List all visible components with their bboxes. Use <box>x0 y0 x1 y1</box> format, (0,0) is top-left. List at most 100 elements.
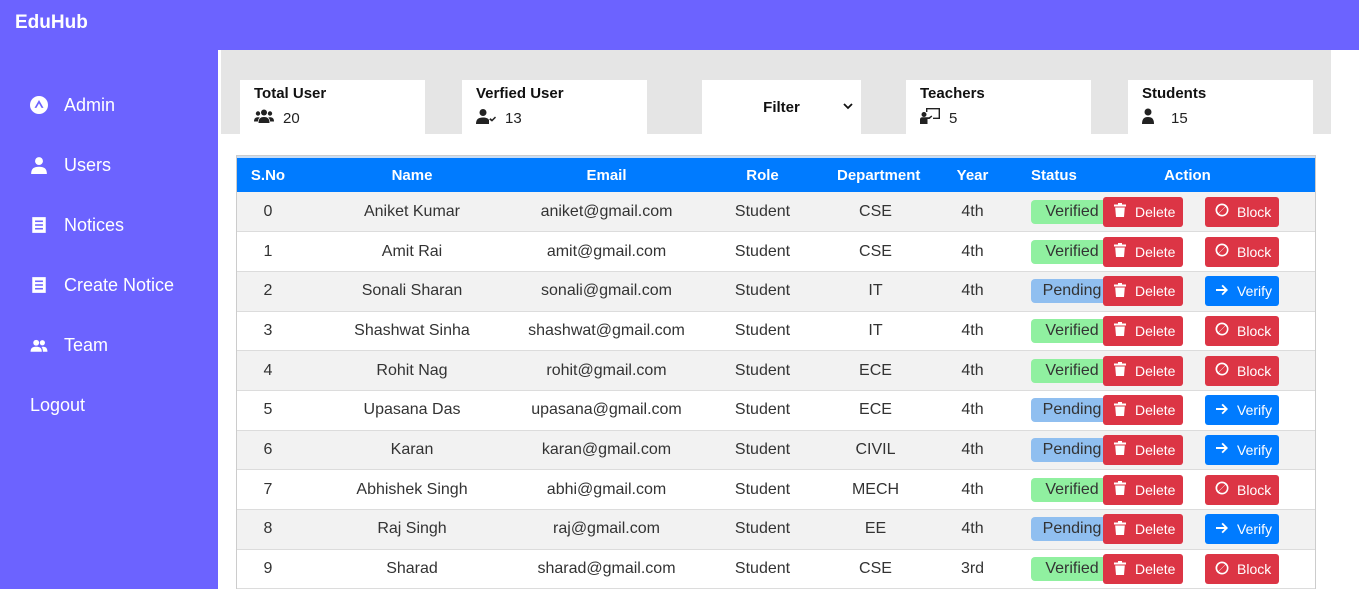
cell-name: Aniket Kumar <box>363 202 461 220</box>
delete-button[interactable]: Delete <box>1103 276 1183 307</box>
card-title: Students <box>1142 85 1207 102</box>
table-row: 2 Sonali Sharan sonali@gmail.com Student IT 4… <box>237 271 1315 312</box>
cell-sno: 8 <box>263 520 273 538</box>
block-button[interactable]: Block <box>1205 236 1279 267</box>
block-button-label: Block <box>1237 203 1272 220</box>
status-badge: Pending <box>1031 517 1113 542</box>
teachers-card: Teachers 5 <box>906 80 1091 134</box>
block-button-label: Block <box>1237 243 1272 260</box>
sidebar-item-create-notice[interactable]: Create Notice <box>30 270 174 300</box>
cell-sno: 6 <box>263 440 273 458</box>
delete-button-label: Delete <box>1135 441 1176 458</box>
block-button[interactable]: Block <box>1205 355 1279 386</box>
status-badge: Pending <box>1031 437 1113 462</box>
delete-button[interactable]: Delete <box>1103 355 1183 386</box>
block-button[interactable]: Block <box>1205 315 1279 346</box>
user-check-icon <box>476 108 505 128</box>
cell-department: ECE <box>859 361 892 379</box>
students-card: Students 15 <box>1128 80 1313 134</box>
cell-status: Verified <box>1031 232 1113 272</box>
cell-email: abhi@gmail.com <box>546 480 667 498</box>
cell-sno: 5 <box>263 401 273 419</box>
delete-button[interactable]: Delete <box>1103 236 1183 267</box>
status-badge: Verified <box>1031 318 1113 343</box>
trash-icon <box>1113 243 1135 260</box>
delete-button[interactable]: Delete <box>1103 554 1183 585</box>
table-row: 0 Aniket Kumar aniket@gmail.com Student CSE 4… <box>237 192 1315 232</box>
cell-year: 4th <box>961 321 984 339</box>
cell-year: 4th <box>961 520 984 538</box>
delete-button[interactable]: Delete <box>1103 315 1183 346</box>
delete-button[interactable]: Delete <box>1103 474 1183 505</box>
table-row: 9 Sharad sharad@gmail.com Student CSE 3rd Veri… <box>237 549 1315 589</box>
sidebar-item-admin[interactable]: Admin <box>30 90 115 120</box>
sidebar-item-logout[interactable]: Logout <box>30 390 85 420</box>
notice-icon <box>30 216 48 234</box>
status-badge: Verified <box>1031 358 1113 383</box>
col-header-email: Email <box>525 156 688 192</box>
col-header-action: Action <box>1060 156 1315 192</box>
delete-button[interactable]: Delete <box>1103 434 1183 465</box>
cell-sno: 7 <box>263 480 273 498</box>
col-header-role: Role <box>688 156 837 192</box>
ban-icon <box>1215 481 1237 498</box>
verify-button[interactable]: Verify <box>1205 395 1279 426</box>
cell-department: MECH <box>851 480 900 498</box>
status-badge: Verified <box>1031 557 1113 582</box>
ban-icon <box>1215 322 1237 339</box>
arrow-right-icon <box>1215 283 1237 300</box>
cell-sno: 3 <box>263 321 273 339</box>
card-value: 15 <box>1171 109 1188 127</box>
cell-department: CSE <box>859 202 892 220</box>
cell-status: Pending <box>1031 430 1113 470</box>
block-button[interactable]: Block <box>1205 554 1279 585</box>
col-header-sno: S.No <box>237 156 299 192</box>
sidebar-item-team[interactable]: Team <box>30 330 108 360</box>
cell-name: Abhishek Singh <box>356 480 468 498</box>
block-button[interactable]: Block <box>1205 196 1279 227</box>
table-row: 4 Rohit Nag rohit@gmail.com Student ECE 4th Ve… <box>237 350 1315 391</box>
cell-department: ECE <box>859 401 892 419</box>
ban-icon <box>1215 243 1237 260</box>
cell-role: Student <box>734 520 791 538</box>
card-title: Verfied User <box>476 85 564 102</box>
trash-icon <box>1113 362 1135 379</box>
sidebar-item-notices[interactable]: Notices <box>30 210 124 240</box>
sidebar-item-users[interactable]: Users <box>30 150 111 180</box>
cell-name: Amit Rai <box>381 242 443 260</box>
cell-sno: 1 <box>263 242 273 260</box>
card-title: Teachers <box>920 85 985 102</box>
users-table: S.No Name Email Role Department Year Sta… <box>236 155 1316 589</box>
verify-button[interactable]: Verify <box>1205 514 1279 545</box>
verify-button-label: Verify <box>1237 402 1273 419</box>
delete-button[interactable]: Delete <box>1103 395 1183 426</box>
filter-dropdown[interactable]: Filter <box>702 80 861 134</box>
cell-year: 4th <box>961 282 984 300</box>
delete-button-label: Delete <box>1135 362 1176 379</box>
cell-email: rohit@gmail.com <box>546 361 667 379</box>
cell-role: Student <box>734 202 791 220</box>
verify-button[interactable]: Verify <box>1205 434 1279 465</box>
verify-button-label: Verify <box>1237 441 1273 458</box>
brand-logo-text[interactable]: EduHub <box>15 12 88 34</box>
status-badge: Pending <box>1031 398 1113 423</box>
ban-icon <box>1215 362 1237 379</box>
verify-button[interactable]: Verify <box>1205 276 1279 307</box>
trash-icon <box>1113 481 1135 498</box>
trash-icon <box>1113 203 1135 220</box>
cell-status: Verified <box>1031 549 1113 589</box>
ban-icon <box>1215 203 1237 220</box>
cell-year: 4th <box>961 480 984 498</box>
card-value: 13 <box>505 109 522 127</box>
users-icon <box>254 108 283 128</box>
block-button[interactable]: Block <box>1205 474 1279 505</box>
delete-button[interactable]: Delete <box>1103 196 1183 227</box>
col-header-status: Status <box>1031 156 1077 192</box>
teacher-icon <box>920 108 949 128</box>
cell-role: Student <box>734 361 791 379</box>
delete-button[interactable]: Delete <box>1103 514 1183 545</box>
delete-button-label: Delete <box>1135 243 1176 260</box>
cell-department: CIVIL <box>855 440 896 458</box>
stats-bar: Total User 20 Verfied User 13 Filter Tea <box>221 50 1331 134</box>
block-button-label: Block <box>1237 322 1272 339</box>
